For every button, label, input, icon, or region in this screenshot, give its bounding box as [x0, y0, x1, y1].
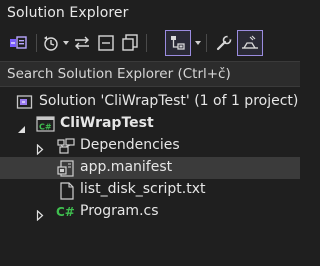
toolbar-separator [36, 34, 37, 52]
search-input[interactable]: Search Solution Explorer (Ctrl+č) [7, 66, 231, 82]
solution-icon [16, 94, 34, 114]
tree-item-label: Program.cs [80, 203, 159, 219]
chevron-down-icon[interactable] [195, 41, 201, 45]
tree-item-label: app.manifest [80, 159, 173, 175]
tree-row-dependencies[interactable]: Dependencies [0, 135, 300, 157]
switch-views-button[interactable] [6, 30, 30, 56]
toolbar-separator [206, 34, 207, 52]
csharp-file-icon: C# [56, 203, 78, 223]
copy-icon [121, 34, 139, 52]
svg-text:C#: C# [39, 123, 52, 132]
tree-row-list-disk-script[interactable]: list_disk_script.txt [0, 179, 300, 201]
toolbar-separator [146, 34, 147, 52]
csharp-project-icon: C# [36, 116, 56, 136]
collapse-all-button[interactable] [95, 30, 117, 56]
chevron-down-icon[interactable] [63, 41, 69, 45]
project-label: CliWrapTest [60, 115, 154, 131]
pending-changes-filter-button[interactable] [41, 30, 61, 56]
sync-with-active-document-button[interactable] [71, 30, 93, 56]
filter-tree-button[interactable] [165, 30, 191, 56]
tree-row-project[interactable]: C# CliWrapTest [0, 113, 300, 135]
tree-item-label: Dependencies [80, 137, 180, 153]
preview-selected-items-button[interactable] [237, 30, 263, 56]
solution-label: Solution 'CliWrapTest' (1 of 1 project) [39, 93, 299, 109]
dependencies-icon [57, 138, 77, 158]
svg-text:C#: C# [56, 205, 75, 219]
search-box[interactable]: Search Solution Explorer (Ctrl+č) [0, 61, 300, 87]
filter-tree-icon [169, 34, 187, 52]
sync-icon [73, 35, 91, 51]
tree-row-solution[interactable]: Solution 'CliWrapTest' (1 of 1 project) [0, 91, 300, 113]
history-icon [42, 34, 60, 52]
properties-button[interactable] [213, 30, 235, 56]
collapsed-arrow-icon[interactable] [36, 206, 44, 225]
preview-icon [240, 35, 260, 51]
show-all-files-button[interactable] [119, 30, 141, 56]
collapse-all-icon [97, 34, 115, 52]
properties-wrench-icon [215, 34, 233, 52]
tree-row-program-cs[interactable]: C# Program.cs [0, 201, 300, 223]
panel-title: Solution Explorer [7, 5, 129, 21]
tree-row-app-manifest[interactable]: app.manifest [0, 157, 300, 179]
solution-explorer-panel: Solution Explorer Search Solution Explor… [0, 0, 300, 266]
switch-views-icon [8, 34, 28, 52]
tree-item-label: list_disk_script.txt [80, 181, 206, 197]
toolbar [0, 29, 300, 59]
